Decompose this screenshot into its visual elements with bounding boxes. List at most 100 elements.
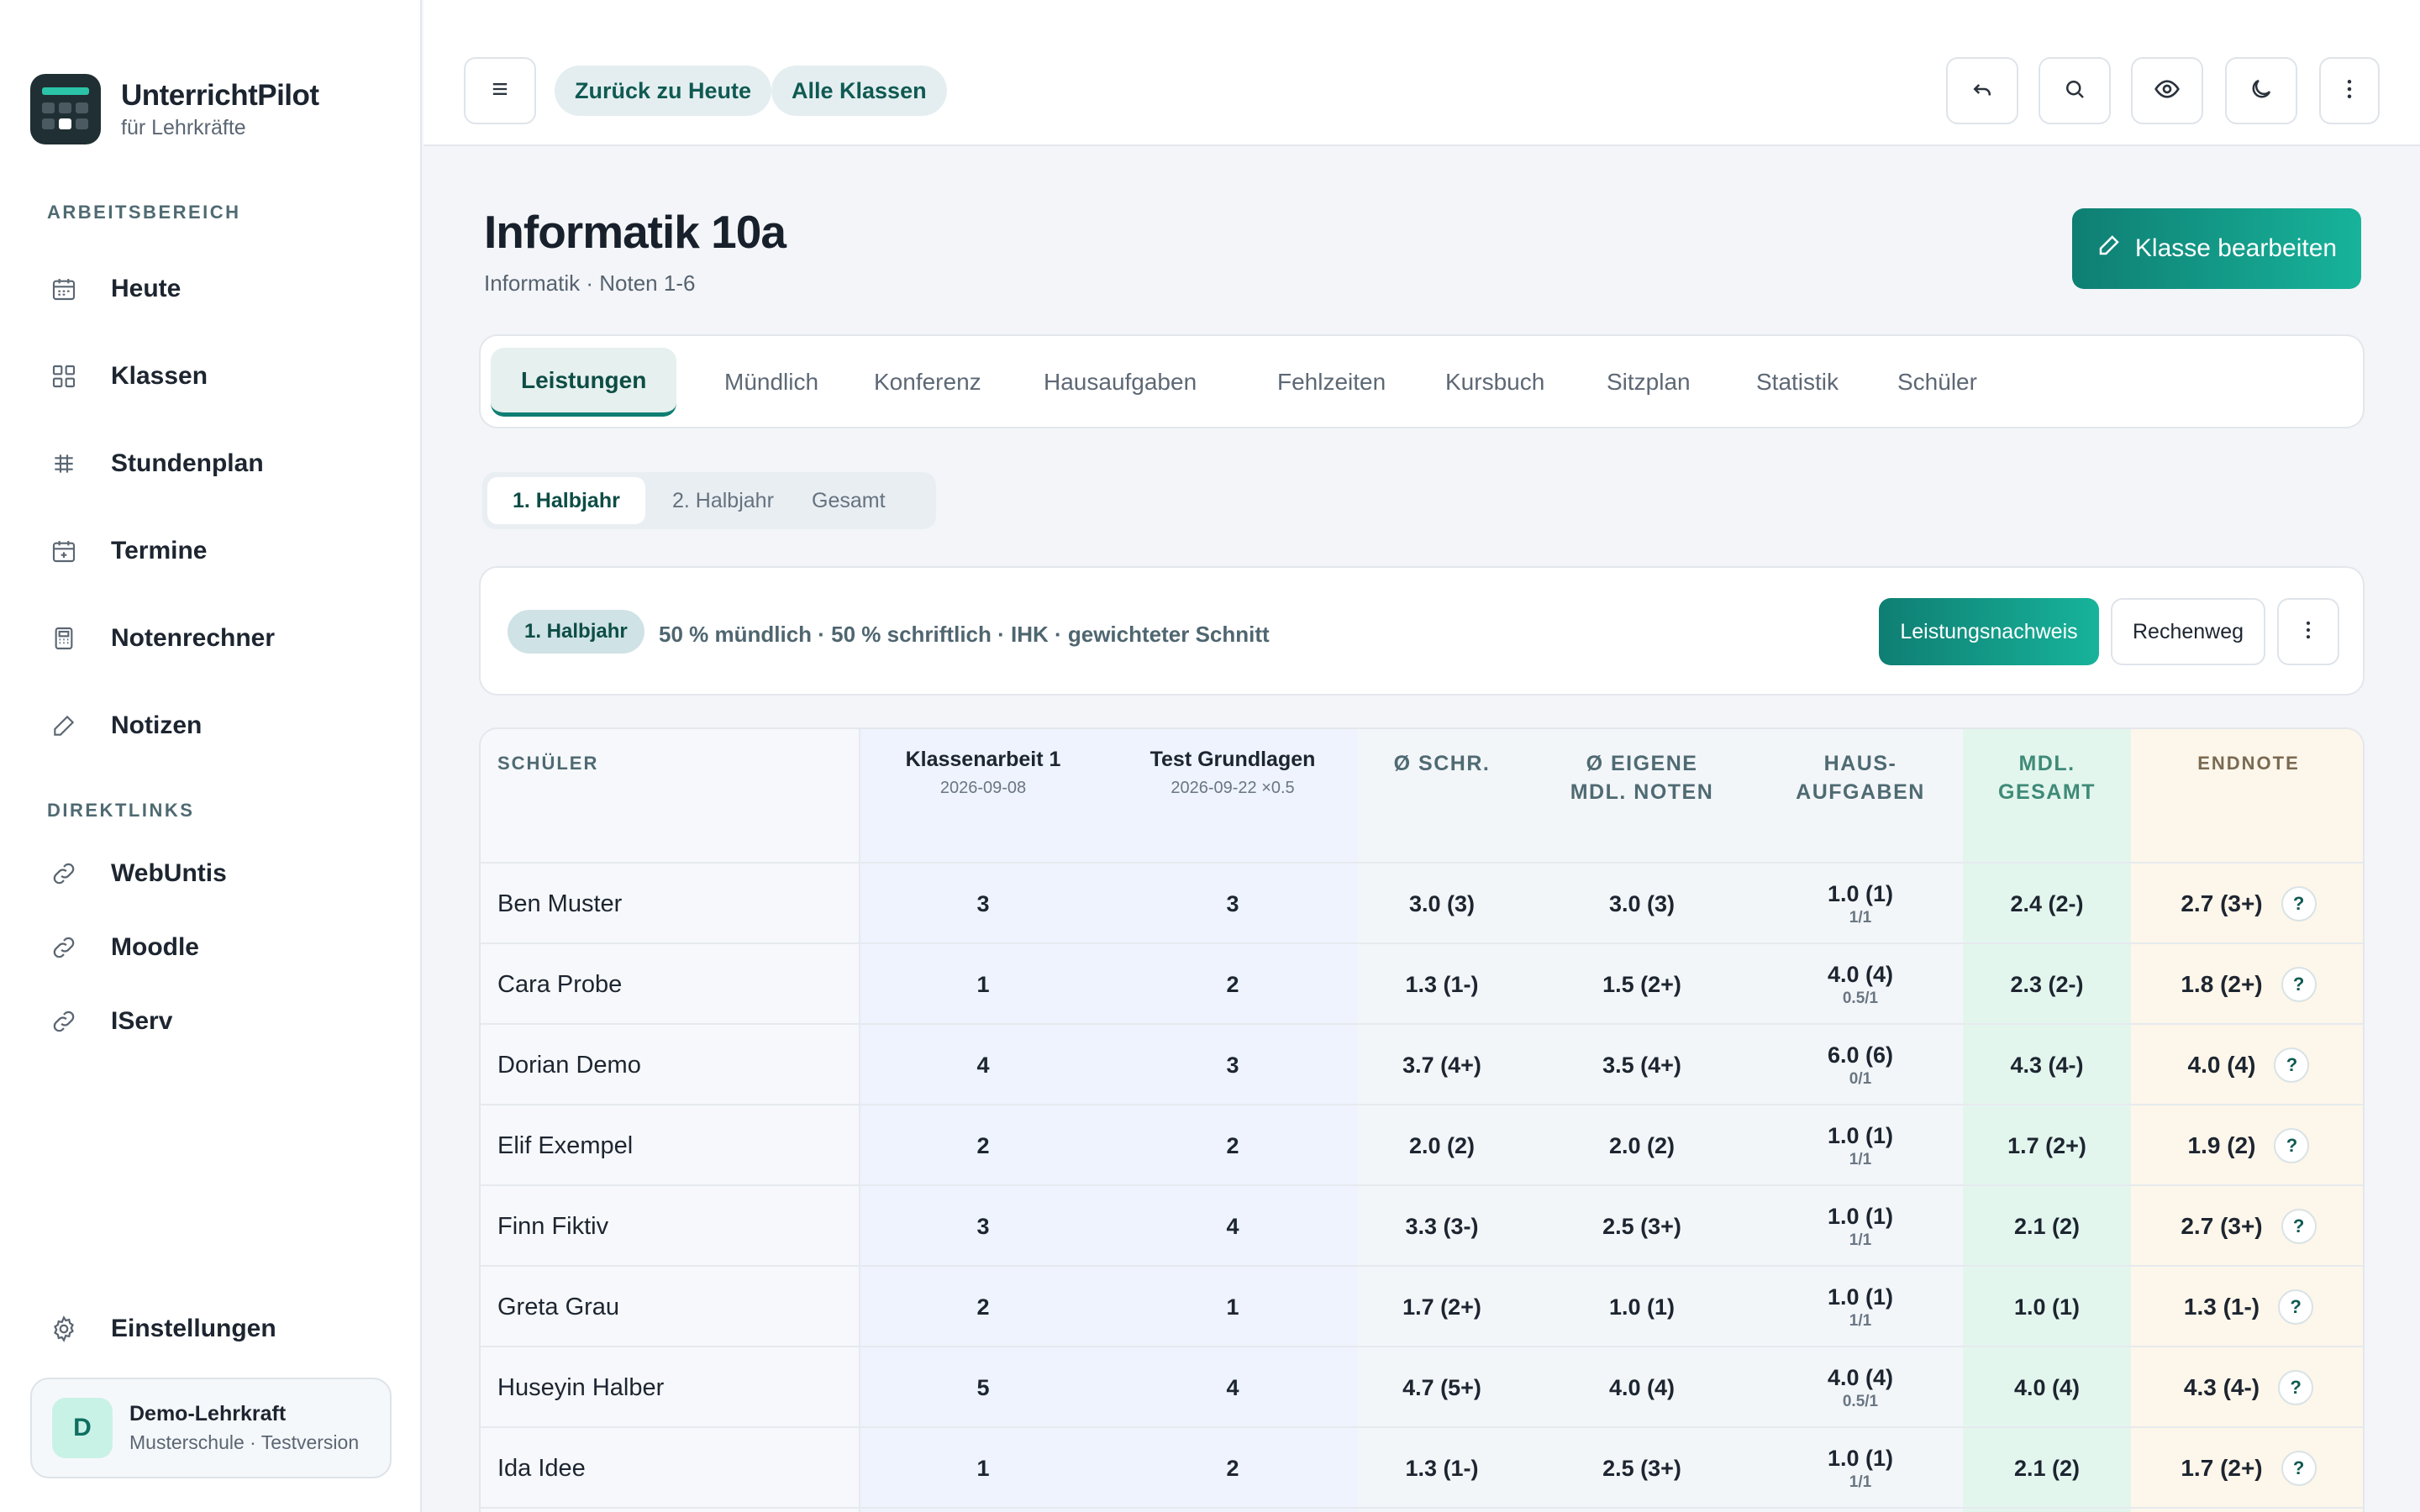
help-icon[interactable]: ?	[2274, 1047, 2310, 1083]
tab-muendlich[interactable]: Mündlich	[694, 348, 849, 417]
weighting-text: 50 % mündlich · 50 % schriftlich · IHK ·…	[659, 622, 1270, 647]
final-grade-cell: 1.3 (1-)?	[2131, 1267, 2363, 1347]
table-row[interactable]: Greta Grau 2 1 1.7 (2+) 1.0 (1) 1.0 (1) 1/1 1.0…	[481, 1267, 2363, 1347]
sidebar-link-moodle[interactable]: Moodle	[47, 922, 400, 973]
sidebar-item-notizen[interactable]: Notizen	[47, 701, 400, 751]
sidebar-item-notenrechner[interactable]: Notenrechner	[47, 613, 400, 664]
table-row[interactable]: Finn Fiktiv 3 4 3.3 (3-) 2.5 (3+) 1.0 (1) 1/1 2…	[481, 1186, 2363, 1267]
sidebar-link-webuntis[interactable]: WebUntis	[47, 848, 400, 899]
grade-exam-1[interactable]: 4	[859, 1025, 1107, 1105]
table-row[interactable]: Huseyin Halber 5 4 4.7 (5+) 4.0 (4) 4.0 (4) 0.…	[481, 1347, 2363, 1428]
grade-exam-1[interactable]: 3	[859, 1186, 1107, 1267]
table-row[interactable]: Ben Muster 3 3 3.0 (3) 3.0 (3) 1.0 (1) 1/1 2.4 …	[481, 864, 2363, 944]
header-oral-total-label: MDL. GESAMT	[1998, 752, 2096, 804]
sidebar-item-klassen[interactable]: Klassen	[47, 351, 400, 402]
back-to-today-button[interactable]: Zurück zu Heute	[555, 66, 772, 116]
brand[interactable]: UnterrichtPilot für Lehrkräfte	[30, 74, 319, 144]
tab-fehlzeiten[interactable]: Fehlzeiten	[1247, 348, 1416, 417]
link-icon	[47, 857, 81, 890]
sidebar-item-termine[interactable]: Termine	[47, 526, 400, 576]
tab-leistungen[interactable]: Leistungen	[491, 348, 677, 417]
table-row[interactable]: Ida Idee 1 2 1.3 (1-) 2.5 (3+) 1.0 (1) 1/1 2.1 …	[481, 1428, 2363, 1509]
homework-cell: 1.0 (1) 1/1	[1758, 1186, 1963, 1267]
help-icon[interactable]: ?	[2278, 1289, 2314, 1325]
grade-exam-1[interactable]: 1	[859, 944, 1107, 1025]
help-icon[interactable]: ?	[2281, 967, 2317, 1002]
grade-exam-1[interactable]: 2	[859, 1267, 1107, 1347]
sidebar-link-label: WebUntis	[111, 859, 227, 887]
sidebar-item-settings[interactable]: Einstellungen	[47, 1304, 400, 1354]
tab-schueler[interactable]: Schüler	[1867, 348, 2007, 417]
oral-total: 2.4 (2-)	[2010, 890, 2084, 916]
calculation-button[interactable]: Rechenweg	[2111, 598, 2265, 665]
more-button[interactable]	[2319, 57, 2380, 124]
header-exam-2[interactable]: Test Grundlagen 2026-09-22 ×0.5	[1107, 729, 1358, 864]
user-card[interactable]: D Demo-Lehrkraft Musterschule · Testvers…	[30, 1378, 392, 1478]
preview-button[interactable]	[2131, 57, 2203, 124]
grade-exam-2[interactable]: 3	[1107, 1025, 1358, 1105]
segment-halbjahr-1[interactable]: 1. Halbjahr	[487, 477, 645, 524]
help-icon[interactable]: ?	[2281, 1209, 2317, 1244]
help-icon[interactable]: ?	[2281, 1451, 2317, 1486]
sidebar-item-label: Termine	[111, 537, 208, 564]
table-row[interactable]: Dorian Demo 4 3 3.7 (4+) 3.5 (4+) 6.0 (6) 0/1 4…	[481, 1025, 2363, 1105]
homework-cell: 1.0 (1) 1/1	[1758, 1105, 1963, 1186]
semester-switch: 1. Halbjahr 2. Halbjahr Gesamt	[482, 472, 936, 529]
oral-total: 2.3 (2-)	[2010, 971, 2084, 997]
help-icon[interactable]: ?	[2281, 886, 2317, 921]
segment-halbjahr-2[interactable]: 2. Halbjahr	[647, 477, 799, 524]
grade-exam-2[interactable]: 4	[1107, 1347, 1358, 1428]
final-grade-cell: 4.0 (4)?	[2131, 1025, 2363, 1105]
student-name[interactable]: Dorian Demo	[481, 1025, 859, 1105]
grade-exam-1[interactable]: 1	[859, 1428, 1107, 1509]
student-name[interactable]: Finn Fiktiv	[481, 1186, 859, 1267]
student-name[interactable]: Ida Idee	[481, 1428, 859, 1509]
performance-record-button[interactable]: Leistungsnachweis	[1879, 598, 2099, 665]
menu-button[interactable]	[464, 57, 536, 124]
homework-grade: 1.0 (1)	[1827, 1122, 1894, 1148]
edit-class-button[interactable]: Klasse bearbeiten	[2072, 208, 2361, 289]
sidebar-item-stundenplan[interactable]: Stundenplan	[47, 438, 400, 489]
grade-exam-2[interactable]: 1	[1107, 1267, 1358, 1347]
homework-cell: 4.0 (4) 0.5/1	[1758, 944, 1963, 1025]
header-avg-written-label: Ø SCHR.	[1393, 752, 1491, 775]
grade-exam-1[interactable]: 2	[859, 1105, 1107, 1186]
tab-bar: Leistungen Mündlich Konferenz Hausaufgab…	[479, 334, 2365, 428]
card-more-button[interactable]	[2277, 598, 2339, 665]
student-name[interactable]: Huseyin Halber	[481, 1347, 859, 1428]
student-name[interactable]: Ben Muster	[481, 864, 859, 944]
avg-oral: 2.5 (3+)	[1602, 1455, 1681, 1481]
sidebar-link-iserv[interactable]: IServ	[47, 996, 400, 1047]
tab-sitzplan[interactable]: Sitzplan	[1576, 348, 1721, 417]
help-icon[interactable]: ?	[2274, 1128, 2310, 1163]
tab-statistik[interactable]: Statistik	[1726, 348, 1869, 417]
undo-button[interactable]	[1946, 57, 2018, 124]
student-name[interactable]: Greta Grau	[481, 1267, 859, 1347]
help-icon[interactable]: ?	[2278, 1370, 2314, 1405]
grade-exam-1[interactable]: 5	[859, 1347, 1107, 1428]
table-row[interactable]: Elif Exempel 2 2 2.0 (2) 2.0 (2) 1.0 (1) 1/1 1.…	[481, 1105, 2363, 1186]
grade-exam-2[interactable]: 3	[1107, 864, 1358, 944]
grade-exam-2[interactable]: 4	[1107, 1186, 1358, 1267]
search-button[interactable]	[2039, 57, 2111, 124]
grade-exam-2[interactable]: 2	[1107, 1105, 1358, 1186]
dark-mode-button[interactable]	[2225, 57, 2297, 124]
header-student-label: SCHÜLER	[497, 753, 599, 774]
student-name[interactable]: Elif Exempel	[481, 1105, 859, 1186]
homework-grade: 1.0 (1)	[1827, 880, 1894, 906]
sidebar: UnterrichtPilot für Lehrkräfte ARBEITSBE…	[0, 0, 422, 1512]
tab-konferenz[interactable]: Konferenz	[844, 348, 1012, 417]
header-student: SCHÜLER	[481, 729, 859, 864]
brand-title: UnterrichtPilot	[121, 78, 319, 112]
all-classes-button[interactable]: Alle Klassen	[771, 66, 947, 116]
grade-exam-2[interactable]: 2	[1107, 1428, 1358, 1509]
segment-gesamt[interactable]: Gesamt	[786, 477, 911, 524]
header-exam-1[interactable]: Klassenarbeit 1 2026-09-08	[859, 729, 1107, 864]
grade-exam-2[interactable]: 2	[1107, 944, 1358, 1025]
grade-exam-1[interactable]: 3	[859, 864, 1107, 944]
tab-kursbuch[interactable]: Kursbuch	[1415, 348, 1575, 417]
sidebar-item-heute[interactable]: Heute	[47, 264, 400, 314]
table-row[interactable]: Cara Probe 1 2 1.3 (1-) 1.5 (2+) 4.0 (4) 0.5/1…	[481, 944, 2363, 1025]
tab-hausaufgaben[interactable]: Hausaufgaben	[1013, 348, 1227, 417]
student-name[interactable]: Cara Probe	[481, 944, 859, 1025]
